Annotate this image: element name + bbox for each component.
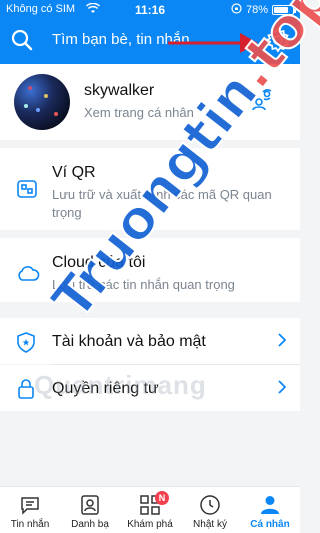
shield-icon [16,331,36,358]
qr-wallet-icon [16,178,38,205]
chevron-right-icon [278,333,287,352]
person-icon [258,493,282,517]
qr-wallet-title: Ví QR [52,164,96,181]
account-security-title: Tài khoản và bảo mật [52,333,206,350]
bottom-tab-bar: Tin nhắn Danh bạ N Khám phá Nhật ký Cá n… [0,486,300,533]
tab-discover[interactable]: N Khám phá [120,487,180,533]
tab-messages[interactable]: Tin nhắn [0,487,60,533]
tab-label: Cá nhân [250,519,290,530]
chevron-right-icon [278,380,287,399]
tab-label: Khám phá [127,519,173,530]
contacts-icon [78,493,102,517]
tab-label: Nhật ký [193,519,227,530]
search-icon[interactable] [10,28,34,57]
tab-contacts[interactable]: Danh bạ [60,487,120,533]
avatar[interactable] [14,74,70,130]
rotation-lock-icon [231,3,242,17]
cloud-icon [16,264,40,287]
chat-icon [18,493,42,517]
tab-label: Danh bạ [71,519,109,530]
tab-personal[interactable]: Cá nhân [240,487,300,533]
tab-timeline[interactable]: Nhật ký [180,487,240,533]
profile-name: skywalker [84,82,155,99]
clock-icon [198,493,222,517]
lock-icon [16,378,36,405]
account-security-item[interactable]: Tài khoản và bảo mật [0,318,300,364]
tab-label: Tin nhắn [10,519,50,530]
watermark-text: Quantrimang [34,370,207,400]
notification-badge: N [155,491,169,505]
